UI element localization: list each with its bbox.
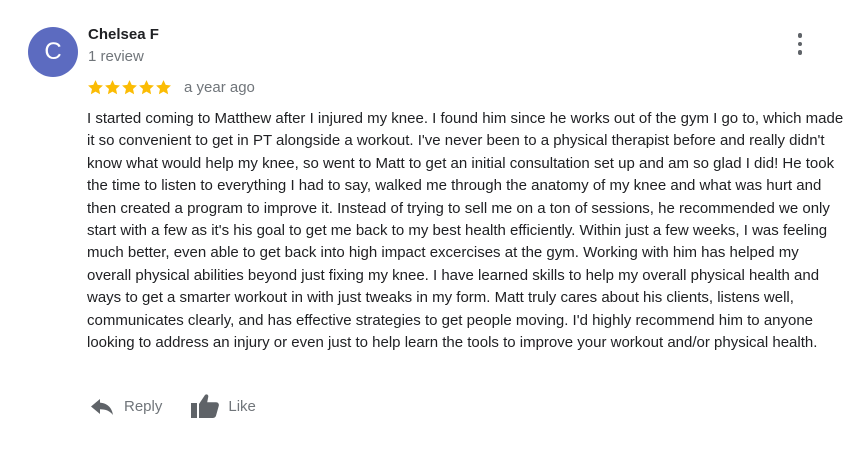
review-card: C Chelsea F 1 review a year ago I starte…: [0, 0, 865, 452]
review-count: 1 review: [88, 48, 144, 65]
more-vert-icon-dot: [797, 50, 803, 55]
avatar-letter: C: [44, 38, 62, 65]
star-icon: [139, 79, 154, 94]
review-text: I started coming to Matthew after I inju…: [87, 110, 844, 352]
more-options-button[interactable]: [786, 28, 814, 60]
reply-label: Reply: [124, 397, 163, 415]
author-name[interactable]: Chelsea F: [88, 26, 159, 44]
thumbs-up-icon: [191, 394, 220, 418]
review-actions: Reply Like: [90, 392, 256, 420]
more-vert-icon-dot: [797, 41, 803, 47]
reply-button[interactable]: Reply: [90, 396, 162, 416]
star-icon: [88, 79, 103, 94]
more-vert-icon: [797, 33, 803, 38]
star-icon: [105, 79, 120, 94]
rating-row: a year ago: [87, 76, 255, 98]
star-icon: [156, 79, 171, 94]
like-button[interactable]: Like: [190, 393, 256, 419]
like-label: Like: [228, 397, 256, 415]
star-rating: [87, 79, 172, 96]
reply-icon: [91, 399, 113, 415]
review-date: a year ago: [184, 78, 255, 96]
star-icon: [122, 79, 137, 94]
avatar[interactable]: C: [28, 27, 78, 77]
